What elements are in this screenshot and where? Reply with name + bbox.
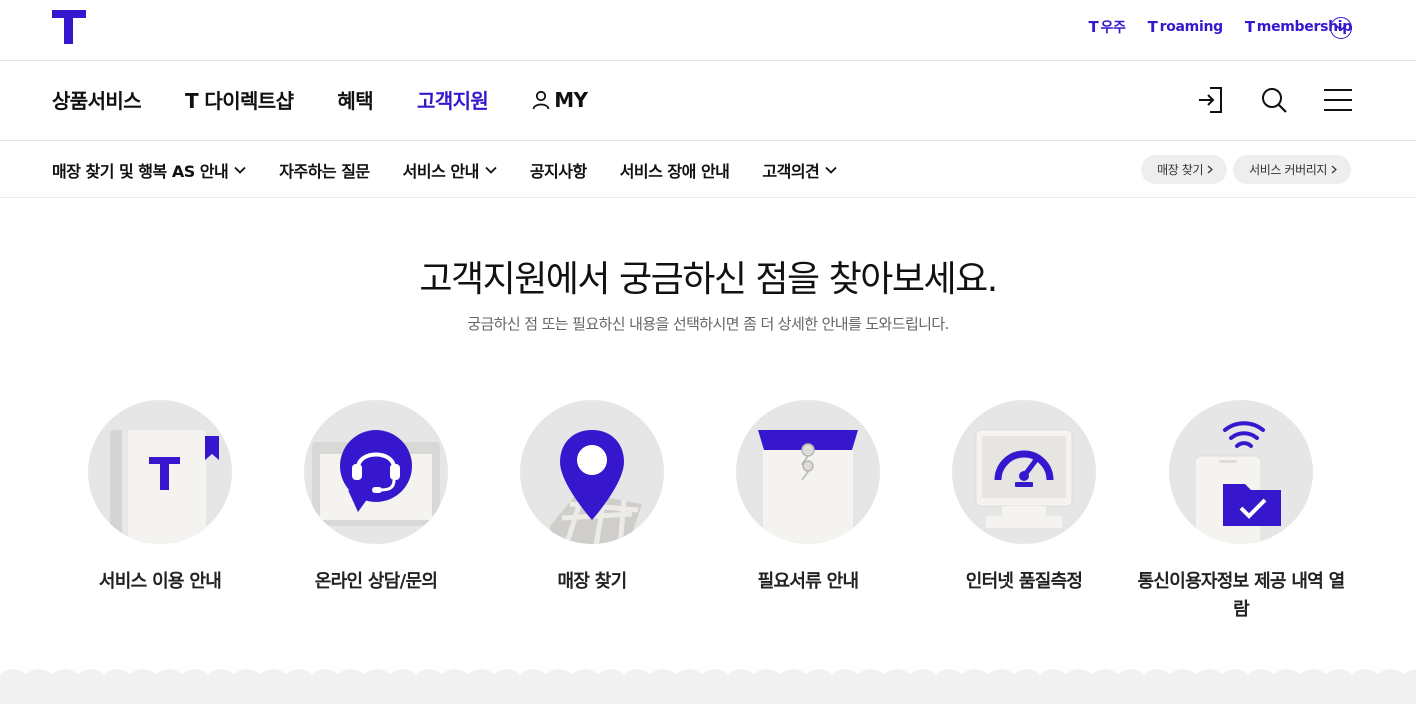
lnb-item-service-guide[interactable]: 서비스 안내 [403,158,497,182]
t-mark-icon: T [1147,18,1158,36]
global-nav: 상품서비스 T 다이렉트샵 혜택 고객지원 MY [0,61,1416,141]
speed-gauge-icon [975,429,1073,528]
local-nav-menu: 매장 찾기 및 행복 AS 안내 자주하는 질문 서비스 안내 공지사항 서비스… [52,158,837,182]
map-pin-icon [550,430,642,544]
document-envelope-icon [758,429,858,544]
card-label: 필요서류 안내 [757,571,859,592]
gnb-item-my[interactable]: MY [532,88,588,112]
gnb-item-products[interactable]: 상품서비스 [52,85,142,114]
utility-links: T 우주 Troaming Tmembership [1089,17,1353,37]
chevron-right-icon [1331,165,1337,174]
chevron-down-icon [1335,24,1347,32]
card-required-documents[interactable]: 필요서류 안내 [700,400,916,596]
card-label: 통신이용자정보 제공 내역 열람 [1137,571,1345,620]
page-subtitle: 궁금하신 점 또는 필요하신 내용을 선택하시면 좀 더 상세한 안내를 도와드… [467,315,949,333]
wifi-folder-check-icon [1194,421,1281,544]
lnb-shortcuts: 매장 찾기 서비스 커버리지 [1141,155,1351,184]
chevron-down-icon [825,166,837,174]
lnb-item-faq[interactable]: 자주하는 질문 [279,158,370,182]
lnb-item-store-as[interactable]: 매장 찾기 및 행복 AS 안내 [52,158,246,182]
hamburger-menu-icon [1324,89,1352,111]
t-mark-icon: T [1088,18,1099,36]
utility-bar: T 우주 Troaming Tmembership [0,0,1416,61]
guide-book-icon [110,430,219,544]
store-finder-pill[interactable]: 매장 찾기 [1141,155,1228,184]
t-mark-icon: T [1244,18,1255,36]
gnb-icons [1196,85,1352,115]
util-expand-button[interactable] [1330,17,1352,39]
search-button[interactable] [1260,85,1288,115]
login-button[interactable] [1196,85,1224,115]
card-service-guide[interactable]: 서비스 이용 안내 [52,400,268,596]
user-icon [532,90,550,109]
gnb-item-direct-shop[interactable]: T 다이렉트샵 [185,85,294,114]
card-internet-speed-test[interactable]: 인터넷 품질측정 [916,400,1132,596]
util-link-roaming[interactable]: Troaming [1148,18,1223,36]
headset-chat-icon [312,430,440,526]
global-nav-menu: 상품서비스 T 다이렉트샵 혜택 고객지원 MY [52,85,588,114]
util-link-woojoo[interactable]: T 우주 [1089,17,1126,37]
chevron-down-icon [234,166,246,174]
menu-button[interactable] [1324,85,1352,115]
card-label: 인터넷 품질측정 [965,571,1083,592]
lnb-item-notice[interactable]: 공지사항 [530,158,587,182]
chevron-down-icon [485,166,497,174]
lnb-item-outage[interactable]: 서비스 장애 안내 [620,158,730,182]
page-title: 고객지원에서 궁금하신 점을 찾아보세요. [419,259,998,300]
chevron-right-icon [1207,165,1214,174]
card-telecom-user-info[interactable]: 통신이용자정보 제공 내역 열람 [1133,400,1349,624]
service-coverage-pill[interactable]: 서비스 커버리지 [1233,155,1351,184]
card-label: 매장 찾기 [557,571,627,592]
login-icon [1199,87,1222,113]
wave-divider [0,669,1416,704]
search-icon [1262,88,1287,113]
local-nav: 매장 찾기 및 행복 AS 안내 자주하는 질문 서비스 안내 공지사항 서비스… [0,141,1416,198]
card-online-consult[interactable]: 온라인 상담/문의 [268,400,484,596]
gnb-item-benefits[interactable]: 혜택 [337,85,373,114]
card-store-finder[interactable]: 매장 찾기 [484,400,700,596]
lnb-item-feedback[interactable]: 고객의견 [762,158,837,182]
t-logo[interactable] [52,10,86,44]
card-label: 온라인 상담/문의 [314,571,438,592]
card-label: 서비스 이용 안내 [98,571,222,592]
gnb-item-customer-support[interactable]: 고객지원 [417,85,489,114]
